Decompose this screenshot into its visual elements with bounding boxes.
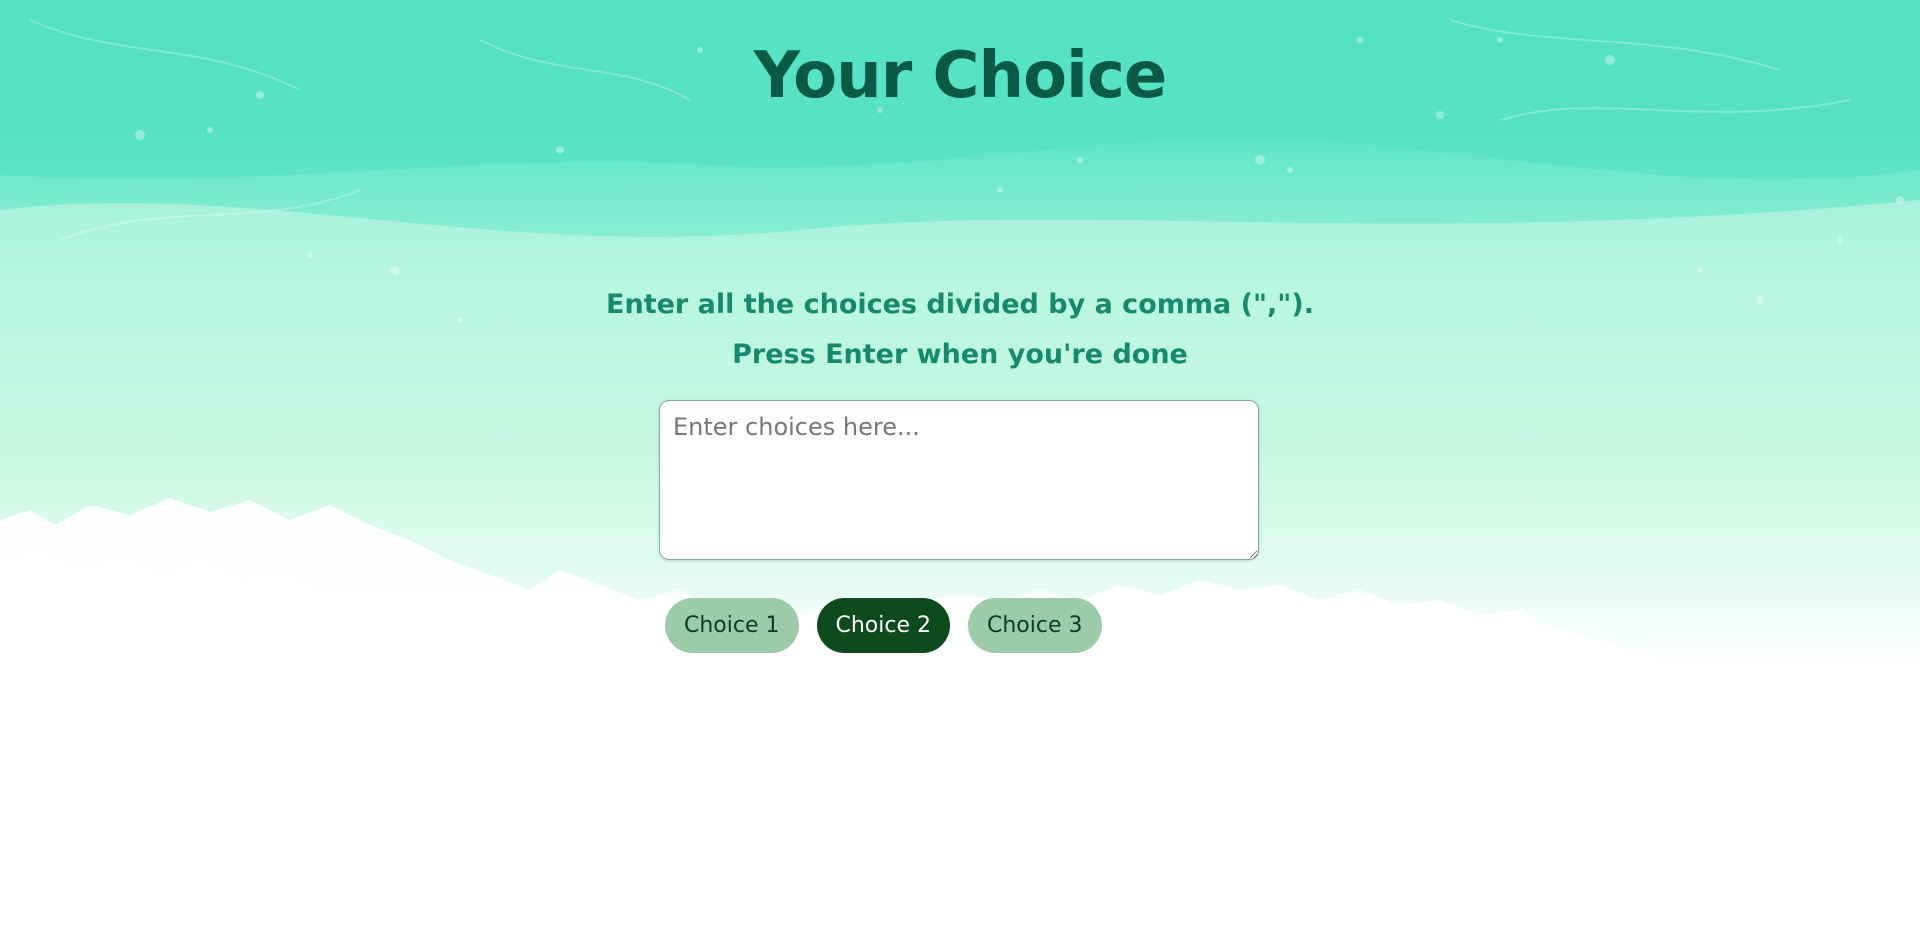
page-title: Your Choice xyxy=(753,39,1168,113)
main-content: Your Choice Enter all the choices divide… xyxy=(0,0,1920,925)
choice-button-1[interactable]: Choice 1 xyxy=(665,598,799,653)
instruction-text: Enter all the choices divided by a comma… xyxy=(606,289,1314,320)
choice-button-2[interactable]: Choice 2 xyxy=(816,598,950,653)
instruction-subtext: Press Enter when you're done xyxy=(732,339,1188,370)
choices-input[interactable] xyxy=(659,400,1259,560)
choice-button-group: Choice 1 Choice 2 Choice 3 xyxy=(665,598,1102,653)
choice-button-3[interactable]: Choice 3 xyxy=(968,598,1102,653)
